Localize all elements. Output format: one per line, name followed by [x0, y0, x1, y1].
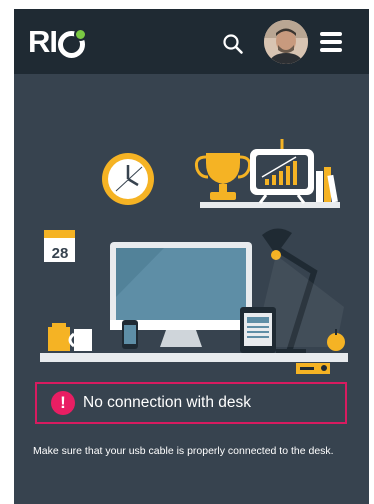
- avatar[interactable]: [264, 20, 308, 64]
- rio-logo[interactable]: RI: [28, 24, 87, 60]
- calendar-icon: 28: [44, 230, 75, 262]
- trophy-icon: [194, 153, 252, 200]
- exclamation-icon: !: [51, 391, 75, 415]
- help-text: Make sure that your usb cable is properl…: [33, 445, 334, 457]
- calendar-day: 28: [52, 245, 69, 262]
- desk-surface: [40, 353, 348, 362]
- growth-chart-board: [250, 139, 314, 204]
- app-screen: RI 28 ! No connection with desk Make sur…: [14, 9, 369, 504]
- tablet-icon: [240, 307, 276, 353]
- clock-icon: [102, 153, 154, 205]
- logo-o-mark: [58, 27, 87, 58]
- top-bar: RI: [14, 9, 369, 74]
- workspace-illustration: 28: [40, 139, 348, 374]
- hard-drive-icon: [296, 363, 330, 374]
- wall-shelf: [200, 202, 340, 208]
- connection-error-alert: ! No connection with desk: [35, 382, 347, 424]
- search-icon[interactable]: [222, 33, 244, 55]
- books-icon: [316, 167, 338, 203]
- phone-icon: [122, 320, 138, 349]
- hamburger-menu-icon[interactable]: [320, 32, 342, 52]
- mug-icon: [48, 323, 92, 351]
- logo-text: RI: [28, 24, 58, 59]
- error-message: No connection with desk: [83, 394, 252, 411]
